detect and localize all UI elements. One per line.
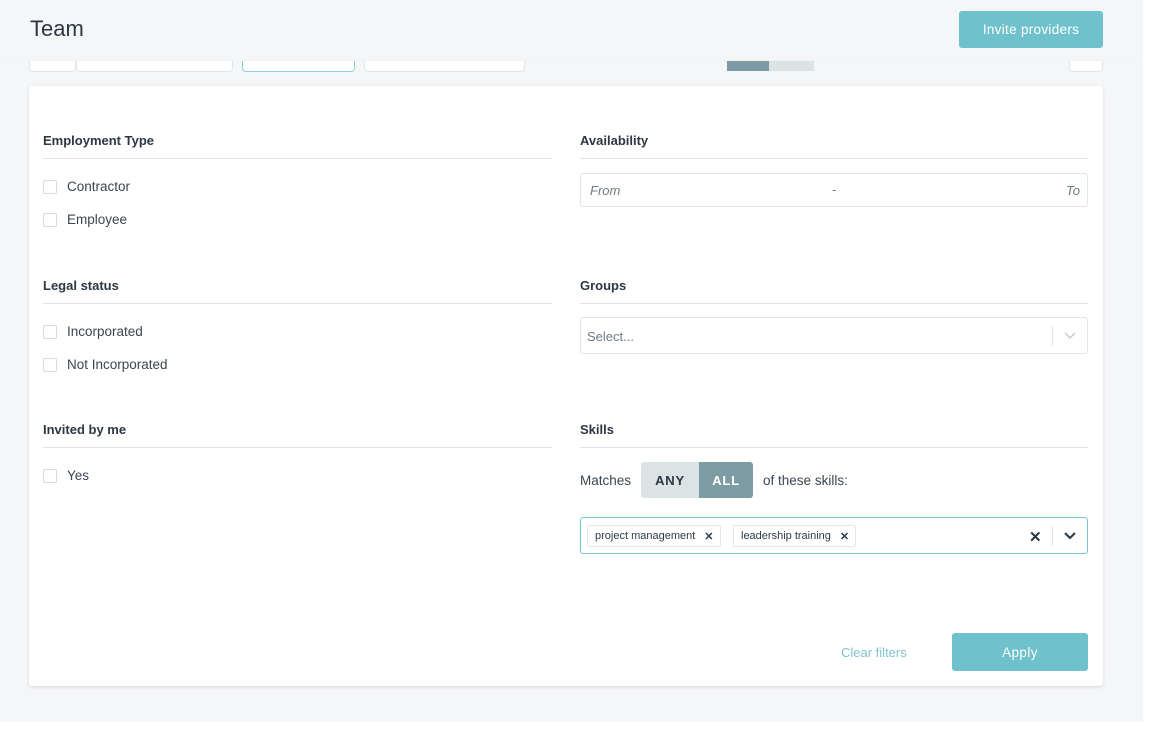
skill-tag-label: leadership training [741, 530, 831, 542]
section-divider [580, 303, 1088, 304]
skills-match-row: Matches ANY ALL of these skills: [580, 462, 848, 498]
skill-tag: leadership training ✕ [733, 525, 857, 547]
invite-providers-button[interactable]: Invite providers [959, 11, 1103, 48]
date-to-field[interactable]: To [1066, 183, 1080, 198]
toolbar-control[interactable] [29, 60, 76, 72]
incorporated-checkbox[interactable] [43, 324, 57, 339]
incorporated-label: Incorporated [67, 324, 143, 339]
match-mode-toggle[interactable]: ANY ALL [641, 462, 754, 498]
contractor-option[interactable]: Contractor [43, 179, 130, 194]
groups-placeholder: Select... [587, 329, 634, 344]
toolbar-sort-field[interactable] [364, 60, 525, 72]
skill-tag-label: project management [595, 530, 696, 542]
employment-type-title: Employment Type [43, 133, 155, 148]
skills-title: Skills [580, 422, 614, 437]
invited-yes-option[interactable]: Yes [43, 468, 89, 483]
toolbar-menu-button[interactable] [1069, 60, 1103, 72]
section-divider [580, 158, 1088, 159]
filters-panel: Employment Type Contractor Employee Lega… [29, 86, 1103, 686]
not-incorporated-option[interactable]: Not Incorporated [43, 357, 168, 372]
page-title: Team [30, 16, 84, 41]
groups-select[interactable]: Select... [580, 317, 1088, 354]
section-divider [43, 158, 552, 159]
apply-button[interactable]: Apply [952, 633, 1088, 671]
clear-filters-button[interactable]: Clear filters [841, 645, 907, 660]
not-incorporated-checkbox[interactable] [43, 357, 57, 372]
invited-yes-checkbox[interactable] [43, 468, 57, 483]
select-separator [1052, 526, 1053, 546]
remove-tag-icon[interactable]: ✕ [840, 530, 849, 543]
availability-date-range[interactable]: From - To [580, 173, 1088, 207]
date-from-field[interactable]: From [590, 183, 620, 198]
skills-suffix-label: of these skills: [763, 472, 848, 488]
contractor-label: Contractor [67, 179, 131, 194]
toolbar-filter-button[interactable] [242, 60, 355, 72]
employee-label: Employee [67, 212, 128, 227]
contractor-checkbox[interactable] [43, 179, 57, 194]
app-background: Team Invite providers Employment Type Co… [0, 0, 1143, 722]
date-range-separator: - [832, 182, 837, 197]
chevron-down-icon[interactable] [1063, 328, 1077, 345]
legal-status-title: Legal status [43, 278, 119, 293]
clear-all-icon[interactable]: ✕ [1029, 528, 1042, 546]
not-incorporated-label: Not Incorporated [67, 357, 168, 372]
toolbar-search-field[interactable] [76, 60, 233, 72]
remove-tag-icon[interactable]: ✕ [704, 530, 713, 543]
groups-title: Groups [580, 278, 627, 293]
employee-checkbox[interactable] [43, 212, 57, 227]
chevron-down-icon[interactable] [1063, 528, 1077, 547]
invited-by-me-title: Invited by me [43, 422, 127, 437]
select-separator [1052, 326, 1053, 346]
match-all-button[interactable]: ALL [699, 462, 754, 498]
incorporated-option[interactable]: Incorporated [43, 324, 143, 339]
top-bar: Team Invite providers [0, 0, 1143, 60]
skills-multiselect[interactable]: project management ✕ leadership training… [580, 517, 1088, 554]
matches-label: Matches [580, 472, 632, 488]
invited-yes-label: Yes [67, 468, 90, 483]
employee-option[interactable]: Employee [43, 212, 127, 227]
skill-tag: project management ✕ [587, 525, 721, 547]
view-toggle-inactive[interactable] [769, 60, 814, 71]
section-divider [43, 303, 552, 304]
section-divider [43, 447, 552, 448]
availability-title: Availability [580, 133, 649, 148]
section-divider [580, 447, 1088, 448]
view-toggle-active[interactable] [727, 60, 769, 71]
match-any-button[interactable]: ANY [641, 462, 700, 498]
